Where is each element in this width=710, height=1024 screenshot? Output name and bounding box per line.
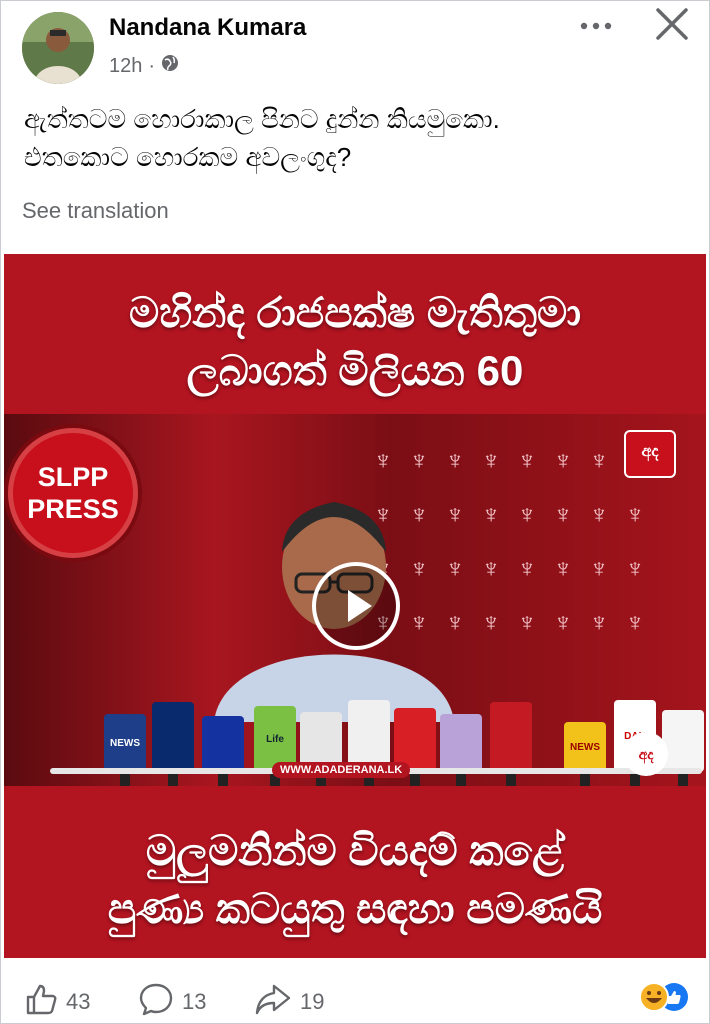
reactions-summary[interactable] bbox=[628, 980, 692, 1014]
post-text-line: ඇත්තටම හොරාකාල පිනට දුන්න කියමුකො. bbox=[24, 104, 500, 134]
share-button[interactable]: 19 bbox=[254, 982, 324, 1022]
microphone bbox=[662, 710, 704, 786]
meta-separator: · bbox=[148, 54, 156, 77]
like-icon bbox=[24, 982, 58, 1022]
microphone bbox=[440, 714, 482, 786]
headline-line: මහින්ද රාජපක්ෂ මැතිතුමා bbox=[128, 289, 582, 336]
bottom-line: පුණ්‍ය කටයුතු සඳහා පමණයි bbox=[107, 885, 603, 932]
post-text: ඇත්තටම හොරාකාල පිනට දුන්න කියමුකො. එතකොට… bbox=[24, 100, 684, 176]
video-frame: ♆♆♆♆♆♆♆♆ ♆♆♆♆♆♆♆♆ ♆♆♆♆♆♆♆♆ ♆♆♆♆♆♆♆♆ SLPP… bbox=[4, 414, 706, 786]
microphone bbox=[152, 702, 194, 786]
author-name[interactable]: Nandana Kumara bbox=[109, 14, 306, 42]
comment-count: 13 bbox=[182, 989, 207, 1014]
channel-logo: අද bbox=[624, 430, 676, 478]
headline-line: ලබාගත් මිලියන 60 bbox=[186, 347, 524, 394]
comment-icon bbox=[138, 982, 174, 1022]
comment-button[interactable]: 13 bbox=[138, 982, 206, 1022]
microphone: NEWS bbox=[564, 722, 606, 786]
close-icon[interactable] bbox=[650, 6, 694, 46]
play-button[interactable] bbox=[312, 562, 400, 650]
like-count: 43 bbox=[66, 989, 91, 1014]
video-url-caption: WWW.ADADERANA.LK bbox=[272, 762, 411, 778]
share-icon bbox=[254, 982, 292, 1022]
video-bottom-text: මුලුමනින්ම වියදම් කළේ පුණ්‍ය කටයුතු සඳහා… bbox=[4, 822, 706, 938]
post-meta: 12h · bbox=[109, 54, 179, 78]
see-translation-link[interactable]: See translation bbox=[22, 198, 169, 224]
share-count: 19 bbox=[300, 989, 325, 1014]
post-time[interactable]: 12h bbox=[109, 55, 142, 78]
bottom-line: මුලුමනින්ම වියදම් කළේ bbox=[145, 827, 565, 874]
post-footer: 43 13 19 bbox=[0, 970, 710, 1024]
microphone: NEWS bbox=[104, 714, 146, 786]
post-text-line: එතකොට හොරකම අවලංගුද? bbox=[24, 142, 352, 172]
post-header: Nandana Kumara 12h · bbox=[0, 0, 710, 90]
badge-text: PRESS bbox=[27, 494, 119, 524]
like-button[interactable]: 43 bbox=[24, 982, 90, 1022]
badge-text: SLPP bbox=[37, 462, 109, 492]
globe-icon bbox=[161, 54, 179, 78]
channel-logo-small: අද bbox=[624, 732, 668, 776]
avatar[interactable] bbox=[22, 12, 94, 84]
more-options-icon[interactable] bbox=[574, 12, 618, 40]
post-video[interactable]: මහින්ද රාජපක්ෂ මැතිතුමා ලබාගත් මිලියන 60… bbox=[4, 254, 706, 958]
microphone bbox=[202, 716, 244, 786]
slpp-press-badge: SLPP PRESS bbox=[8, 428, 138, 558]
video-headline: මහින්ද රාජපක්ෂ මැතිතුමා ලබාගත් මිලියන 60 bbox=[4, 284, 706, 400]
microphone bbox=[490, 702, 532, 786]
